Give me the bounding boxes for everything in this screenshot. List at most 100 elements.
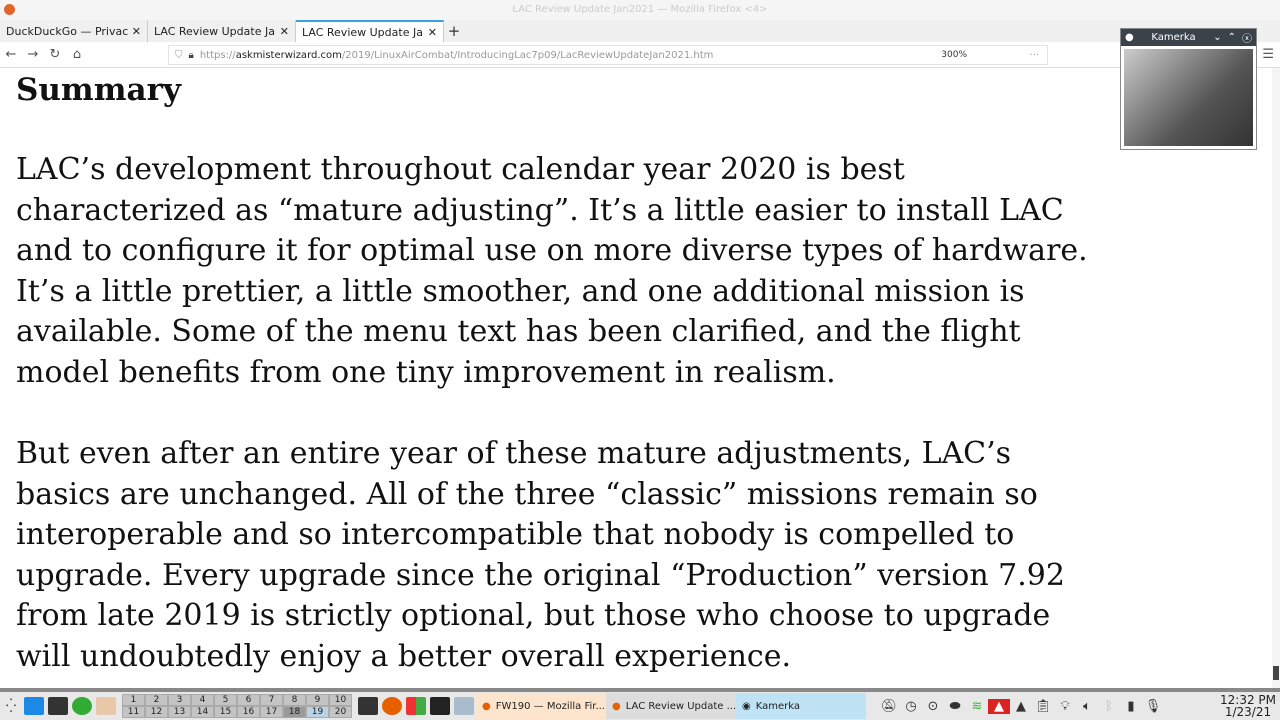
text-line: basics are unchanged. All of the three “… — [16, 476, 1038, 512]
window-title: LAC Review Update Jan2021 — Mozilla Fire… — [512, 4, 768, 15]
pin-icon[interactable]: ● — [1125, 32, 1134, 43]
workspace-20[interactable]: 20 — [329, 706, 352, 718]
settings-icon[interactable] — [48, 697, 68, 715]
url-bar[interactable]: ⛉ 🔒︎ https://askmisterwizard.com/2019/Li… — [168, 45, 1048, 65]
close-icon[interactable]: ⓧ — [1242, 30, 1252, 45]
alert-icon[interactable]: ▲ — [988, 698, 1010, 714]
task-label: LAC Review Update ... — [625, 700, 736, 712]
webcam-header: ● Kamerka ⌄ ⌃ ⓧ — [1121, 29, 1256, 46]
xfce-icon[interactable] — [72, 697, 92, 715]
workspace-9[interactable]: 9 — [306, 694, 329, 706]
clock[interactable]: 12:32 PM 1/23/21 — [1220, 694, 1276, 718]
back-icon[interactable]: ← — [0, 47, 22, 62]
workspace-8[interactable]: 8 — [283, 694, 306, 706]
paragraph-1: LAC’s development throughout calendar ye… — [16, 150, 1088, 394]
hamburger-menu-icon[interactable]: ☰ — [1262, 47, 1274, 62]
workspace-pager[interactable]: 1 2 3 4 5 6 7 8 9 10 11 12 13 14 15 16 17 18 19 20 — [122, 694, 352, 718]
forward-icon[interactable]: → — [22, 47, 44, 62]
workspace-19[interactable]: 19 — [306, 706, 329, 718]
task-fw190-firefox[interactable]: ● FW190 — Mozilla Fir... — [476, 693, 606, 719]
zoom-level[interactable]: 300% — [941, 50, 967, 60]
usb-drive-icon[interactable]: ▮ — [1120, 699, 1142, 714]
tab-label: DuckDuckGo — Privacy — [6, 24, 128, 38]
scrollbar-thumb[interactable] — [1273, 666, 1279, 680]
workspace-6[interactable]: 6 — [237, 694, 260, 706]
office-icon[interactable] — [406, 697, 426, 715]
date: 1/23/21 — [1224, 705, 1272, 719]
workspace-2[interactable]: 2 — [145, 694, 168, 706]
maximize-icon[interactable]: ⌃ — [1228, 32, 1236, 43]
notifications-muted-icon[interactable]: 🔕︎ — [878, 699, 900, 714]
file-manager-icon[interactable] — [24, 697, 44, 715]
new-tab-button[interactable]: + — [444, 20, 464, 42]
reload-icon[interactable]: ↻ — [44, 47, 66, 62]
tab-lac-review-2[interactable]: LAC Review Update Jan2021 ✕ — [296, 20, 444, 42]
clipboard-icon[interactable]: 📋︎ — [1032, 699, 1054, 714]
volume-icon[interactable]: 🔈︎ — [1076, 699, 1098, 714]
navigation-bar: ← → ↻ ⌂ ⛉ 🔒︎ https://askmisterwizard.com… — [0, 42, 1280, 68]
close-tab-icon[interactable]: ✕ — [428, 26, 437, 39]
microphone-icon[interactable]: 🎙︎ — [1142, 699, 1164, 714]
tab-lac-review-1[interactable]: LAC Review Update Jan2021 ✕ — [148, 20, 296, 42]
task-lac-review-firefox[interactable]: ● LAC Review Update ... — [606, 693, 736, 719]
task-kamerka[interactable]: ◉ Kamerka — [736, 693, 866, 719]
page-actions-button[interactable]: ··· — [1029, 50, 1039, 61]
text-line: LAC’s development throughout calendar ye… — [16, 152, 905, 187]
paragraph-2: But even after an entire year of these m… — [16, 434, 1065, 678]
workspace-17[interactable]: 17 — [260, 706, 283, 718]
archive-icon[interactable] — [96, 697, 116, 715]
text-line: from late 2019 is strictly optional, but… — [16, 598, 1051, 634]
tab-bar: DuckDuckGo — Privacy ✕ LAC Review Update … — [0, 20, 1280, 42]
tab-label: LAC Review Update Jan2021 — [302, 25, 424, 39]
text-line: interoperable and so intercompatible tha… — [16, 517, 1015, 553]
url-domain: askmisterwizard.com — [235, 49, 342, 61]
app-menu-icon[interactable]: ⁛ — [0, 699, 22, 714]
close-tab-icon[interactable]: ✕ — [280, 25, 289, 38]
task-label: Kamerka — [755, 700, 800, 712]
workspace-3[interactable]: 3 — [168, 694, 191, 706]
home-icon[interactable]: ⌂ — [66, 47, 88, 62]
scrollbar[interactable] — [1272, 68, 1280, 688]
page-heading: Summary — [16, 72, 181, 108]
text-line: model benefits from one tiny improvement… — [16, 354, 836, 390]
text-line: will undoubtedly enjoy a better overall … — [16, 638, 792, 674]
app-launcher-icon[interactable] — [430, 697, 450, 715]
webcam-window[interactable]: ● Kamerka ⌄ ⌃ ⓧ — [1120, 28, 1257, 150]
vlc-icon[interactable]: ▲ — [1010, 699, 1032, 714]
firefox-icon: ● — [482, 700, 491, 712]
disk-icon[interactable]: ⬬ — [944, 699, 966, 714]
workspace-7[interactable]: 7 — [260, 694, 283, 706]
firefox-icon — [4, 4, 15, 15]
workspace-1[interactable]: 1 — [122, 694, 145, 706]
bluetooth-icon[interactable]: ᛒ — [1098, 699, 1120, 714]
media-play-icon[interactable]: ⊙ — [922, 699, 944, 714]
workspace-11[interactable]: 11 — [122, 706, 145, 718]
url-path: /2019/LinuxAirCombat/IntroducingLac7p09/… — [341, 49, 714, 61]
lightbulb-icon[interactable]: 💡︎ — [1054, 699, 1076, 714]
workspace-10[interactable]: 10 — [329, 694, 352, 706]
workspace-13[interactable]: 13 — [168, 706, 191, 718]
text-line: and to configure it for optimal use on m… — [16, 233, 1088, 269]
workspace-4[interactable]: 4 — [191, 694, 214, 706]
workspace-5[interactable]: 5 — [214, 694, 237, 706]
close-tab-icon[interactable]: ✕ — [132, 25, 141, 38]
network-tool-icon[interactable] — [454, 697, 474, 715]
minimize-icon[interactable]: ⌄ — [1213, 32, 1221, 43]
webcam-video — [1124, 49, 1253, 146]
tab-label: LAC Review Update Jan2021 — [154, 24, 276, 38]
workspace-16[interactable]: 16 — [237, 706, 260, 718]
text-line: It’s a little prettier, a little smoothe… — [16, 273, 1025, 309]
clock-icon[interactable]: ◷ — [900, 699, 922, 714]
tab-duckduckgo[interactable]: DuckDuckGo — Privacy ✕ — [0, 20, 148, 42]
wifi-icon[interactable]: ≋ — [966, 699, 988, 714]
firefox-launcher-icon[interactable] — [382, 697, 402, 715]
terminal-icon[interactable] — [358, 697, 378, 715]
text-line: upgrade. Every upgrade since the origina… — [16, 557, 1065, 593]
workspace-18[interactable]: 18 — [283, 706, 306, 718]
title-text: Kamerka — [1151, 32, 1196, 43]
workspace-15[interactable]: 15 — [214, 706, 237, 718]
window-titlebar: LAC Review Update Jan2021 — Mozilla Fire… — [0, 0, 1280, 20]
workspace-12[interactable]: 12 — [145, 706, 168, 718]
workspace-14[interactable]: 14 — [191, 706, 214, 718]
task-label: FW190 — Mozilla Fir... — [495, 700, 605, 712]
